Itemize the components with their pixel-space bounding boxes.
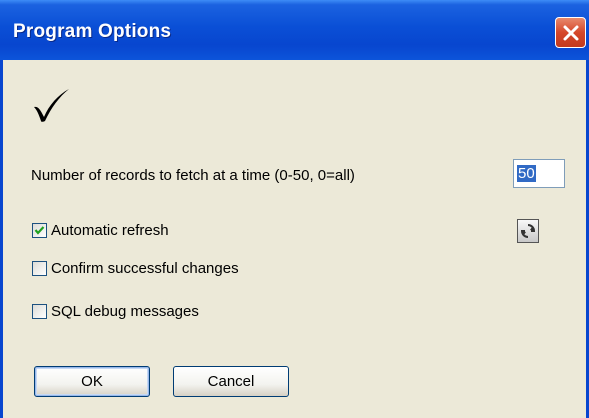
sql-debug-label: SQL debug messages — [51, 303, 199, 320]
records-value: 50 — [517, 165, 536, 182]
confirm-changes-label: Confirm successful changes — [51, 260, 239, 277]
records-label: Number of records to fetch at a time (0-… — [31, 167, 355, 184]
records-input[interactable]: 50 — [513, 159, 565, 188]
cancel-button[interactable]: Cancel — [173, 366, 289, 397]
refresh-button[interactable] — [517, 219, 539, 243]
checkbox-check-icon — [34, 226, 45, 235]
ok-button[interactable]: OK — [34, 366, 150, 397]
automatic-refresh-checkbox[interactable] — [32, 223, 47, 238]
refresh-icon — [520, 224, 536, 238]
confirm-changes-checkbox[interactable] — [32, 261, 47, 276]
title-bar: Program Options — [0, 0, 589, 60]
checkmark-icon — [34, 89, 69, 122]
close-icon — [563, 25, 579, 41]
window-frame-left — [0, 60, 3, 418]
automatic-refresh-label: Automatic refresh — [51, 222, 169, 239]
sql-debug-checkbox[interactable] — [32, 304, 47, 319]
close-button[interactable] — [555, 17, 586, 48]
window-title: Program Options — [13, 21, 172, 42]
